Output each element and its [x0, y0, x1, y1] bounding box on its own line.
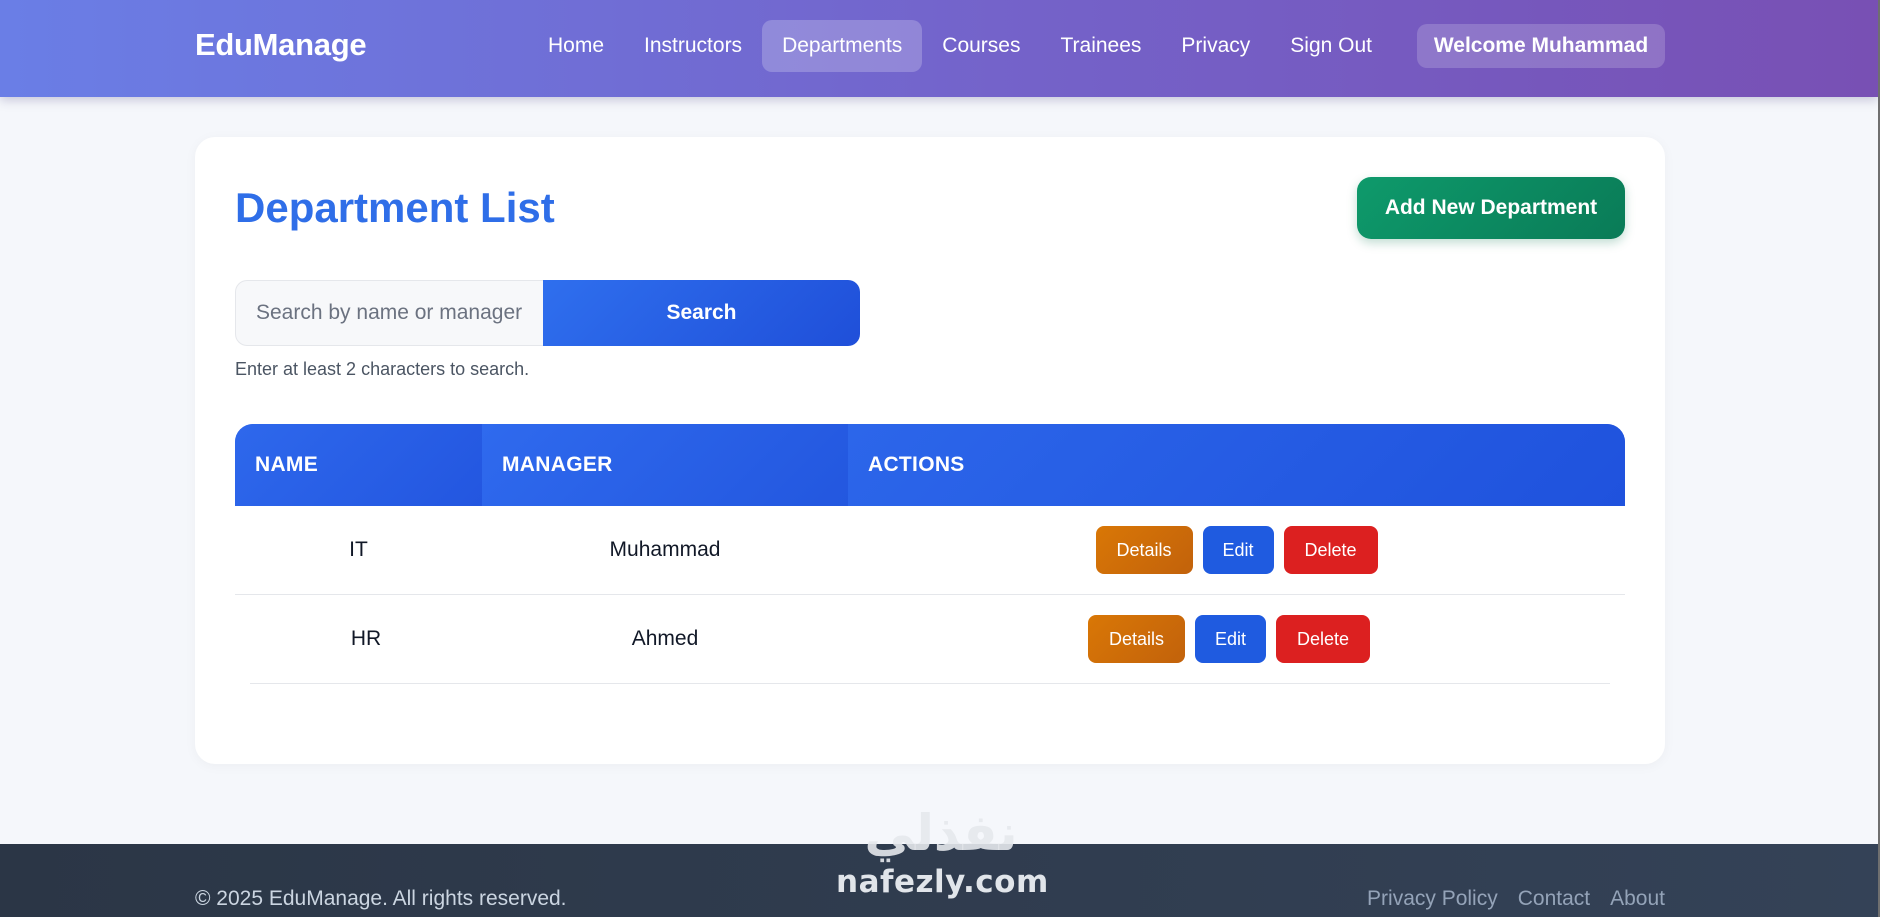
- edit-button[interactable]: Edit: [1202, 526, 1274, 574]
- department-name-cell: HR: [350, 627, 382, 650]
- row-actions: Details Edit Delete: [848, 615, 1610, 663]
- add-new-department-button[interactable]: Add New Department: [1357, 177, 1625, 239]
- nav-links: Home Instructors Departments Courses Tra…: [528, 20, 1392, 72]
- nav-link-courses[interactable]: Courses: [922, 20, 1040, 72]
- watermark-arabic-text: نفذلي: [864, 804, 1019, 862]
- column-header-actions: ACTIONS: [848, 424, 1625, 506]
- department-manager-cell: Ahmed: [631, 627, 699, 650]
- brand-logo[interactable]: EduManage: [195, 27, 367, 63]
- search-input[interactable]: [235, 280, 543, 346]
- search-form: Search: [235, 280, 860, 346]
- top-navbar: EduManage Home Instructors Departments C…: [0, 0, 1878, 97]
- nav-link-departments[interactable]: Departments: [762, 20, 923, 72]
- footer-link-about[interactable]: About: [1610, 887, 1665, 911]
- watermark-latin-text: nafezly.com: [836, 864, 1049, 900]
- edit-button[interactable]: Edit: [1195, 615, 1266, 663]
- delete-button[interactable]: Delete: [1283, 526, 1378, 574]
- department-list-card: Department List Add New Department Searc…: [195, 137, 1665, 764]
- nav-link-instructors[interactable]: Instructors: [624, 20, 762, 72]
- table-header: NAME MANAGER ACTIONS: [235, 424, 1625, 506]
- delete-button[interactable]: Delete: [1276, 615, 1370, 663]
- table-row: IT Muhammad Details Edit Delete: [235, 506, 1625, 595]
- footer-link-contact[interactable]: Contact: [1518, 887, 1590, 911]
- table-row: HR Ahmed Details Edit Delete: [250, 595, 1610, 684]
- welcome-user-badge[interactable]: Welcome Muhammad: [1417, 24, 1665, 68]
- page-title: Department List: [235, 184, 555, 231]
- details-button[interactable]: Details: [1088, 615, 1185, 663]
- column-header-name: NAME: [235, 424, 482, 506]
- department-name-cell: IT: [349, 538, 368, 561]
- copyright-text: © 2025 EduManage. All rights reserved.: [195, 887, 567, 910]
- department-manager-cell: Muhammad: [609, 538, 721, 561]
- nav-link-home[interactable]: Home: [528, 20, 624, 72]
- details-button[interactable]: Details: [1095, 526, 1193, 574]
- footer-link-privacy-policy[interactable]: Privacy Policy: [1367, 887, 1498, 911]
- row-actions: Details Edit Delete: [848, 526, 1625, 574]
- column-header-manager: MANAGER: [482, 424, 848, 506]
- nav-link-sign-out[interactable]: Sign Out: [1270, 20, 1392, 72]
- footer-links: Privacy Policy Contact About: [1367, 887, 1665, 911]
- nafezly-watermark: نفذلي nafezly.com: [836, 804, 1049, 917]
- search-button[interactable]: Search: [543, 280, 860, 346]
- nav-link-trainees[interactable]: Trainees: [1040, 20, 1161, 72]
- search-hint: Enter at least 2 characters to search.: [235, 359, 530, 379]
- nav-link-privacy[interactable]: Privacy: [1161, 20, 1270, 72]
